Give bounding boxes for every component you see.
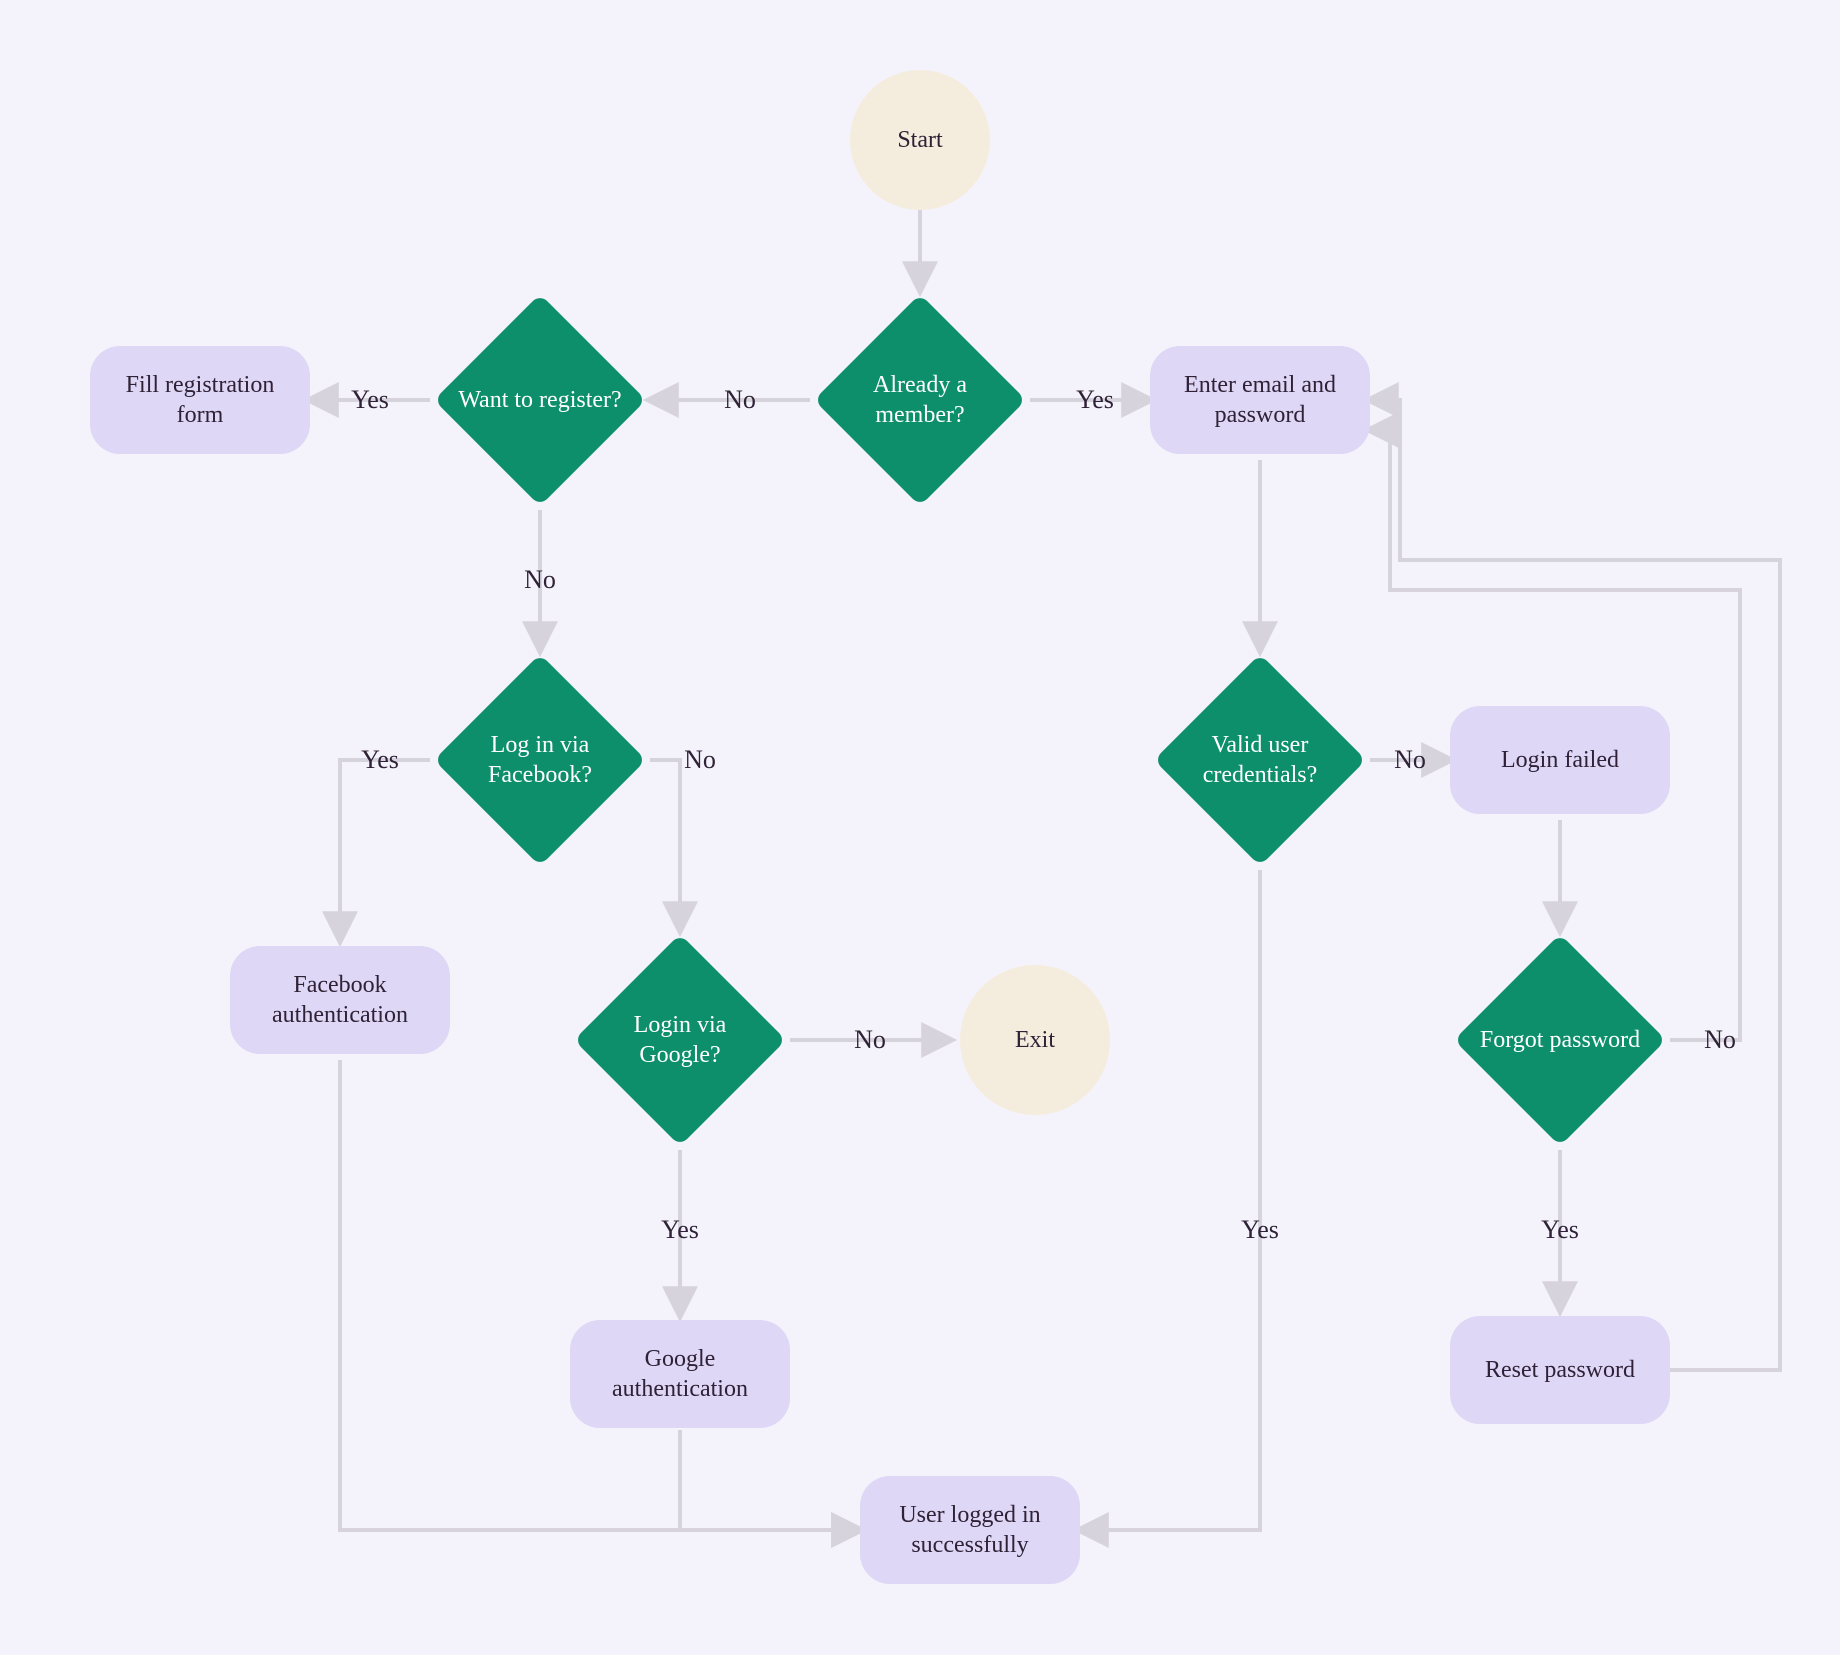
node-logged-in-label: User logged in successfully <box>886 1500 1054 1560</box>
label-register-no: No <box>524 565 556 595</box>
node-exit: Exit <box>960 965 1110 1115</box>
node-forgot-password-label: Forgot password <box>1475 1025 1645 1055</box>
label-valid-yes: Yes <box>1241 1215 1279 1245</box>
node-already-member-label: Already a member? <box>835 370 1005 430</box>
node-facebook-auth: Facebook authentication <box>230 946 450 1054</box>
node-already-member: Already a member? <box>845 325 995 475</box>
node-exit-label: Exit <box>1015 1025 1055 1055</box>
node-start-label: Start <box>897 125 942 155</box>
node-login-facebook-label: Log in via Facebook? <box>455 730 625 790</box>
node-enter-email-password-label: Enter email and password <box>1176 370 1344 430</box>
node-login-failed: Login failed <box>1450 706 1670 814</box>
node-enter-email-password: Enter email and password <box>1150 346 1370 454</box>
node-facebook-auth-label: Facebook authentication <box>256 970 424 1030</box>
node-google-auth-label: Google authentication <box>596 1344 764 1404</box>
node-valid-creds: Valid user credentials? <box>1185 685 1335 835</box>
flowchart-canvas: Start Exit Already a member? Want to reg… <box>0 0 1840 1655</box>
label-fb-no: No <box>684 745 716 775</box>
label-forgot-yes: Yes <box>1541 1215 1579 1245</box>
node-login-google-label: Login via Google? <box>595 1010 765 1070</box>
label-fb-yes: Yes <box>361 745 399 775</box>
label-member-no: No <box>724 385 756 415</box>
label-register-yes: Yes <box>351 385 389 415</box>
node-logged-in: User logged in successfully <box>860 1476 1080 1584</box>
node-valid-creds-label: Valid user credentials? <box>1175 730 1345 790</box>
node-want-register: Want to register? <box>465 325 615 475</box>
node-start: Start <box>850 70 990 210</box>
node-forgot-password: Forgot password <box>1485 965 1635 1115</box>
label-google-no: No <box>854 1025 886 1055</box>
node-reset-password-label: Reset password <box>1485 1355 1635 1385</box>
label-member-yes: Yes <box>1076 385 1114 415</box>
node-fill-registration: Fill registration form <box>90 346 310 454</box>
node-reset-password: Reset password <box>1450 1316 1670 1424</box>
node-want-register-label: Want to register? <box>455 385 625 415</box>
label-valid-no: No <box>1394 745 1426 775</box>
node-fill-registration-label: Fill registration form <box>116 370 284 430</box>
label-forgot-no: No <box>1704 1025 1736 1055</box>
node-login-failed-label: Login failed <box>1501 745 1619 775</box>
label-google-yes: Yes <box>661 1215 699 1245</box>
node-login-google: Login via Google? <box>605 965 755 1115</box>
node-google-auth: Google authentication <box>570 1320 790 1428</box>
node-login-facebook: Log in via Facebook? <box>465 685 615 835</box>
